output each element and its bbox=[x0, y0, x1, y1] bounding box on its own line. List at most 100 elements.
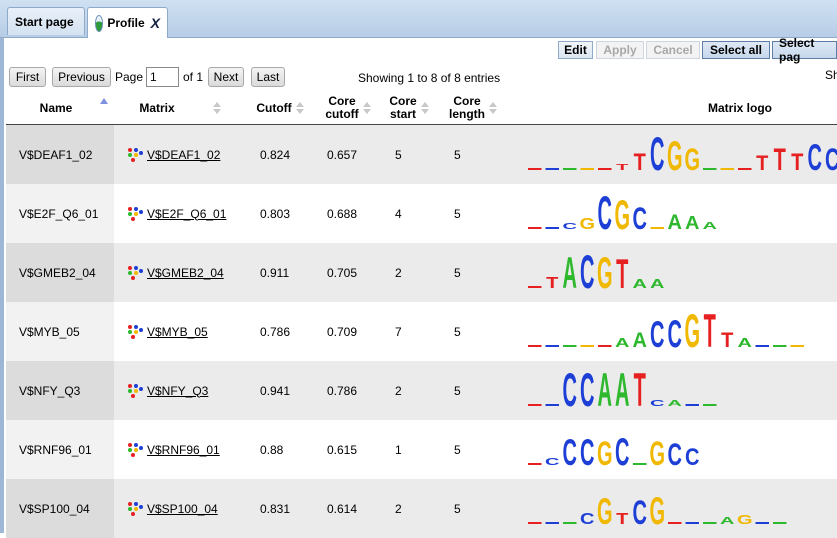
table-row[interactable]: V$NFY_Q3 V$NFY_Q3 0.941 0.786 2 5 C C A A T C A bbox=[6, 361, 837, 420]
table-row[interactable]: V$DEAF1_02 V$DEAF1_02 0.824 0.657 5 5 T T C G G T T T… bbox=[6, 125, 837, 184]
matrix-logo: TACGTAA bbox=[528, 245, 664, 298]
logo-baseline-mark bbox=[633, 463, 647, 465]
matrix-logo: CGCGCAAA bbox=[528, 186, 718, 239]
matrix-icon bbox=[128, 206, 144, 222]
tab-profile[interactable]: Profile X bbox=[87, 7, 168, 38]
logo-baseline-mark bbox=[773, 345, 787, 347]
matrix-cell: V$GMEB2_04 bbox=[128, 243, 224, 302]
logo-letter-A: A bbox=[633, 329, 648, 353]
matrix-link[interactable]: V$NFY_Q3 bbox=[147, 384, 208, 398]
logo-letter-C: C bbox=[563, 222, 577, 231]
logo-baseline-mark bbox=[528, 345, 542, 347]
logo-baseline-mark bbox=[738, 168, 752, 170]
logo-baseline-mark bbox=[685, 522, 699, 524]
row-name: V$RNF96_01 bbox=[6, 420, 114, 479]
tab-label: Start page bbox=[15, 14, 74, 29]
matrix-icon bbox=[128, 383, 144, 399]
column-header-core-start[interactable]: Core start bbox=[383, 92, 435, 124]
logo-letter-T: T bbox=[634, 363, 646, 416]
select-all-button[interactable]: Select all bbox=[702, 41, 770, 59]
table-row[interactable]: V$E2F_Q6_01 V$E2F_Q6_01 0.803 0.688 4 5 C G C G C A… bbox=[6, 184, 837, 243]
matrix-link[interactable]: V$SP100_04 bbox=[147, 502, 218, 516]
logo-baseline-mark bbox=[545, 227, 559, 229]
apply-button[interactable]: Apply bbox=[596, 41, 644, 59]
logo-baseline-mark bbox=[528, 227, 542, 229]
table-row[interactable]: V$GMEB2_04 V$GMEB2_04 0.911 0.705 2 5 T A C G T A A bbox=[6, 243, 837, 302]
core-cutoff-value: 0.688 bbox=[327, 206, 358, 221]
matrix-link[interactable]: V$RNF96_01 bbox=[147, 443, 220, 457]
column-header-core-length[interactable]: Core length bbox=[440, 92, 506, 124]
core-start-value: 2 bbox=[395, 383, 402, 398]
logo-baseline-mark bbox=[528, 404, 542, 406]
logo-baseline-mark bbox=[545, 168, 559, 170]
cutoff-value: 0.88 bbox=[260, 442, 284, 457]
core-start-value: 7 bbox=[395, 324, 402, 339]
sort-icon bbox=[295, 102, 304, 114]
column-header-cutoff[interactable]: Cutoff bbox=[248, 92, 312, 124]
logo-letter-A: A bbox=[615, 335, 629, 350]
core-length-value: 5 bbox=[454, 324, 461, 339]
logo-letter-G: G bbox=[684, 141, 700, 177]
matrix-cell: V$E2F_Q6_01 bbox=[128, 184, 226, 243]
core-cutoff-value: 0.709 bbox=[327, 324, 358, 339]
page-number-input[interactable] bbox=[146, 67, 179, 87]
logo-letter-C: C bbox=[580, 363, 594, 416]
logo-letter-A: A bbox=[703, 220, 718, 231]
column-header-matrix[interactable]: Matrix bbox=[114, 92, 246, 124]
logo-baseline-mark bbox=[563, 522, 577, 524]
logo-baseline-mark bbox=[528, 286, 542, 288]
logo-baseline-mark bbox=[580, 168, 594, 170]
logo-letter-A: A bbox=[668, 211, 683, 235]
row-name: V$MYB_05 bbox=[6, 302, 114, 361]
column-header-name[interactable]: Name bbox=[6, 92, 106, 124]
matrix-link[interactable]: V$E2F_Q6_01 bbox=[147, 207, 226, 221]
logo-letter-G: G bbox=[667, 132, 683, 179]
page-count-label: of 1 bbox=[183, 70, 204, 84]
logo-baseline-mark bbox=[598, 168, 612, 170]
logo-letter-T: T bbox=[546, 274, 558, 291]
matrix-icon bbox=[128, 501, 144, 517]
last-page-button[interactable]: Last bbox=[251, 67, 285, 87]
core-length-value: 5 bbox=[454, 501, 461, 516]
column-header-core-cutoff[interactable]: Core cutoff bbox=[318, 92, 378, 124]
previous-page-button[interactable]: Previous bbox=[52, 67, 111, 87]
table-row[interactable]: V$RNF96_01 V$RNF96_01 0.88 0.615 1 5 C C C G C G C C bbox=[6, 420, 837, 479]
sort-icon bbox=[362, 102, 371, 114]
matrix-icon bbox=[128, 324, 144, 340]
logo-letter-C: C bbox=[633, 494, 647, 532]
logo-baseline-mark bbox=[598, 345, 612, 347]
first-page-button[interactable]: First bbox=[9, 67, 46, 87]
edit-button[interactable]: Edit bbox=[558, 41, 593, 59]
logo-letter-A: A bbox=[668, 399, 682, 408]
logo-baseline-mark bbox=[545, 345, 559, 347]
table-row[interactable]: V$MYB_05 V$MYB_05 0.786 0.709 7 5 A A C C G T T A bbox=[6, 302, 837, 361]
logo-letter-C: C bbox=[685, 443, 700, 470]
next-page-button[interactable]: Next bbox=[208, 67, 244, 87]
matrix-cell: V$NFY_Q3 bbox=[128, 361, 208, 420]
cancel-button[interactable]: Cancel bbox=[646, 41, 700, 59]
logo-letter-G: G bbox=[579, 215, 595, 232]
matrix-link[interactable]: V$MYB_05 bbox=[147, 325, 208, 339]
core-length-value: 5 bbox=[454, 147, 461, 162]
sort-icon bbox=[489, 102, 497, 114]
row-name: V$NFY_Q3 bbox=[6, 361, 114, 420]
close-tab-icon[interactable]: X bbox=[151, 15, 160, 31]
core-start-value: 2 bbox=[395, 265, 402, 280]
logo-letter-G: G bbox=[597, 435, 613, 473]
logo-letter-C: C bbox=[563, 363, 577, 416]
logo-letter-T: T bbox=[616, 250, 628, 297]
table-row[interactable]: V$SP100_04 V$SP100_04 0.831 0.614 2 5 C G T C G A G bbox=[6, 479, 837, 538]
logo-baseline-mark bbox=[528, 463, 542, 465]
core-start-value: 4 bbox=[395, 206, 402, 221]
matrix-link[interactable]: V$GMEB2_04 bbox=[147, 266, 224, 280]
logo-letter-A: A bbox=[598, 363, 612, 416]
logo-letter-G: G bbox=[737, 512, 753, 527]
matrix-link[interactable]: V$DEAF1_02 bbox=[147, 148, 220, 162]
tab-start-page[interactable]: Start page bbox=[7, 7, 85, 35]
logo-baseline-mark bbox=[563, 168, 577, 170]
matrix-icon bbox=[128, 147, 144, 163]
logo-letter-G: G bbox=[597, 249, 613, 298]
logo-letter-G: G bbox=[614, 191, 630, 238]
logo-letter-T: T bbox=[756, 152, 769, 176]
select-page-button[interactable]: Select pag bbox=[772, 36, 837, 64]
